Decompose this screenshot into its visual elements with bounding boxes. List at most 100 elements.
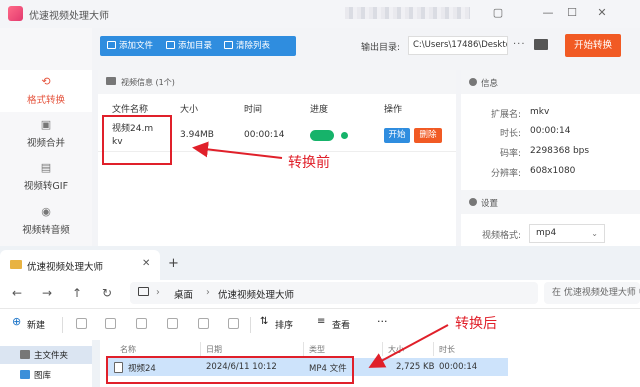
refresh-icon[interactable]: ↻ xyxy=(102,286,112,300)
more-options-button[interactable]: ··· xyxy=(377,315,388,328)
add-file-label: 添加文件 xyxy=(119,41,154,51)
annotation-after-label: 转换后 xyxy=(455,316,497,332)
sidebar-item-merge[interactable]: ▣ 视频合并 xyxy=(0,114,92,156)
copy-icon[interactable] xyxy=(105,318,116,329)
output-dir-field[interactable]: C:\Users\17486\Deskto xyxy=(408,36,508,55)
toolbar: 添加文件 添加目录 清除列表 输出目录: C:\Users\17486\Desk… xyxy=(97,32,640,60)
breadcrumb-separator-icon: › xyxy=(156,287,160,298)
column-header-size: 大小 xyxy=(180,105,199,115)
column-header-date[interactable]: 日期 xyxy=(206,344,222,355)
sidebar-item-format-convert[interactable]: ⟲ 格式转换 xyxy=(0,70,92,112)
output-dir-label: 输出目录: xyxy=(361,43,401,53)
sort-button[interactable]: 排序 xyxy=(275,318,293,331)
up-icon[interactable]: ↑ xyxy=(72,286,82,300)
annotation-box-after xyxy=(106,356,354,384)
info-panel: 信息 扩展名: mkv 时长: 00:00:14 码率: 2298368 bps… xyxy=(461,70,640,246)
browse-more-button[interactable]: ··· xyxy=(513,39,526,50)
breadcrumb-current[interactable]: 优速视频处理大师 xyxy=(218,287,294,301)
address-bar[interactable]: › 桌面 › 优速视频处理大师 xyxy=(130,282,538,304)
new-tab-icon[interactable]: + xyxy=(168,256,179,271)
tab-close-icon[interactable]: ✕ xyxy=(142,258,150,269)
app-title: 优速视频处理大师 xyxy=(29,11,109,22)
minimize-to-tray-icon[interactable]: ▢ xyxy=(488,4,508,22)
search-input[interactable]: 在 优速视频处理大师 中搜索 xyxy=(544,282,640,304)
info-header: 信息 xyxy=(461,70,640,94)
column-header-name[interactable]: 名称 xyxy=(120,344,136,355)
info-value: 00:00:14 xyxy=(530,126,571,136)
file-size: 2,725 KB xyxy=(396,362,435,372)
column-divider xyxy=(200,342,201,356)
format-value: mp4 xyxy=(536,228,557,238)
file-duration: 00:00:14 xyxy=(439,362,478,372)
column-header-type[interactable]: 类型 xyxy=(309,344,325,355)
sidebar-item-label: 视频合并 xyxy=(26,138,65,149)
info-value: 2298368 bps xyxy=(530,146,590,156)
forward-icon[interactable]: → xyxy=(42,286,52,300)
explorer-tab[interactable]: 优速视频处理大师 ✕ xyxy=(0,250,160,280)
sidebar-item-label: 格式转换 xyxy=(26,95,65,106)
breadcrumb-desktop[interactable]: 桌面 xyxy=(174,287,193,301)
settings-title: 设置 xyxy=(481,199,499,209)
file-time-cell: 00:00:14 xyxy=(244,130,285,140)
clear-list-button[interactable]: 清除列表 xyxy=(224,36,270,56)
sort-icon: ⇅ xyxy=(260,316,269,327)
gear-icon xyxy=(469,198,477,206)
settings-header: 设置 xyxy=(461,190,640,214)
cut-icon[interactable] xyxy=(76,318,87,329)
info-title: 信息 xyxy=(481,79,499,89)
annotation-before-label: 转换前 xyxy=(288,155,330,171)
nav-item-home[interactable]: 主文件夹 xyxy=(0,346,92,364)
delete-icon[interactable] xyxy=(228,318,239,329)
chevron-down-icon: ⌄ xyxy=(591,229,598,238)
add-directory-button[interactable]: 添加目录 xyxy=(166,36,212,56)
home-icon xyxy=(20,350,30,359)
audio-icon: ◉ xyxy=(41,205,51,218)
sidebar-item-gif[interactable]: ▤ 视频转GIF xyxy=(0,158,92,200)
add-directory-label: 添加目录 xyxy=(178,41,213,51)
file-list-header: 视频信息 (1个) xyxy=(98,70,456,94)
app-window: 优速视频处理大师 ▢ — ☐ ✕ ⟲ 格式转换 ▣ 视频合并 ▤ 视频转GIF … xyxy=(0,0,640,246)
close-icon[interactable]: ✕ xyxy=(592,4,612,22)
gallery-icon xyxy=(20,370,30,379)
column-header-time: 时间 xyxy=(244,105,263,115)
navigation-pane: 主文件夹 图库 xyxy=(0,340,92,387)
sidebar-item-audio[interactable]: ◉ 视频转音频 xyxy=(0,202,92,244)
view-button[interactable]: 查看 xyxy=(332,318,350,331)
file-size-cell: 3.94MB xyxy=(180,130,214,140)
nav-item-gallery[interactable]: 图库 xyxy=(0,366,92,384)
video-format-select[interactable]: mp4 ⌄ xyxy=(529,224,605,243)
paste-icon[interactable] xyxy=(136,318,147,329)
tab-title: 优速视频处理大师 xyxy=(27,262,104,273)
annotation-box-before xyxy=(102,115,172,165)
rename-icon[interactable] xyxy=(167,318,178,329)
column-divider xyxy=(303,342,304,356)
folder-icon xyxy=(10,260,22,269)
row-delete-button[interactable]: 删除 xyxy=(414,128,442,143)
navigation-bar: ← → ↑ ↻ › 桌面 › 优速视频处理大师 在 优速视频处理大师 中搜索 xyxy=(0,280,640,308)
new-button[interactable]: 新建 xyxy=(27,318,45,331)
divider xyxy=(250,317,251,333)
add-file-icon xyxy=(107,41,116,49)
info-key: 时长: xyxy=(499,129,521,139)
column-header-duration[interactable]: 时长 xyxy=(439,344,455,355)
clear-list-label: 清除列表 xyxy=(236,41,271,51)
file-list-title: 视频信息 (1个) xyxy=(121,78,175,87)
video-info-icon xyxy=(106,77,116,85)
share-icon[interactable] xyxy=(198,318,209,329)
maximize-icon[interactable]: ☐ xyxy=(562,4,582,22)
minimize-icon[interactable]: — xyxy=(538,4,558,22)
column-header-size[interactable]: 大小 xyxy=(388,344,404,355)
sidebar-item-label: 视频转GIF xyxy=(23,181,69,192)
column-header-progress: 进度 xyxy=(310,105,329,115)
start-convert-button[interactable]: 开始转换 xyxy=(565,34,621,57)
command-bar: ⊕ 新建 ⇅ 排序 ≡ 查看 ··· xyxy=(0,308,640,340)
progress-indicator xyxy=(310,130,334,141)
open-folder-icon[interactable] xyxy=(534,39,548,50)
add-file-button[interactable]: 添加文件 xyxy=(107,36,153,56)
column-header-name: 文件名称 xyxy=(112,105,149,115)
column-divider xyxy=(382,342,383,356)
row-start-button[interactable]: 开始 xyxy=(384,128,410,143)
app-logo xyxy=(8,6,23,21)
back-icon[interactable]: ← xyxy=(12,286,22,300)
computer-icon xyxy=(138,287,149,296)
